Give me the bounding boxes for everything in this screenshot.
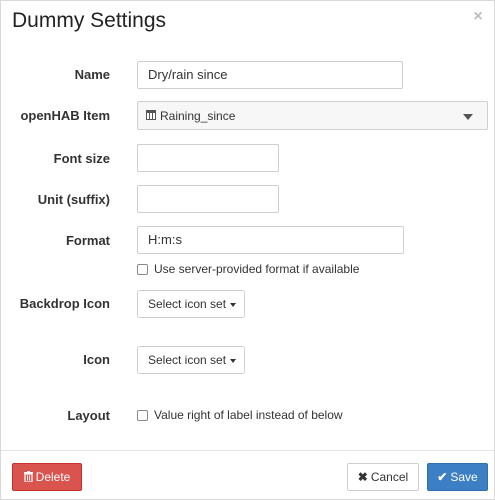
delete-button[interactable]: Delete xyxy=(12,463,82,491)
chevron-down-icon xyxy=(463,114,473,120)
server-format-option[interactable]: Use server-provided format if available xyxy=(137,262,359,276)
name-input[interactable]: Dry/rain since xyxy=(137,61,403,89)
server-format-checkbox[interactable] xyxy=(137,263,148,275)
caret-down-icon xyxy=(230,358,237,363)
dialog-title: Dummy Settings xyxy=(12,9,167,32)
delete-label: Delete xyxy=(35,470,71,484)
footer-divider xyxy=(1,450,494,451)
row-font-size: Font size xyxy=(1,144,494,172)
item-label: openHAB Item xyxy=(20,108,110,123)
row-unit: Unit (suffix) xyxy=(1,185,494,213)
icon-set-button[interactable]: Select icon set xyxy=(137,346,245,374)
layout-checkbox[interactable] xyxy=(137,409,148,421)
trash-icon xyxy=(23,464,33,490)
backdrop-icon-label: Backdrop Icon xyxy=(19,296,110,311)
unit-label: Unit (suffix) xyxy=(37,192,110,207)
item-select[interactable]: Raining_since xyxy=(137,101,488,130)
name-label: Name xyxy=(74,67,110,82)
layout-option[interactable]: Value right of label instead of below xyxy=(137,408,343,422)
font-size-label: Font size xyxy=(53,151,110,166)
row-layout: Layout Value right of label instead of b… xyxy=(1,407,494,425)
save-label: Save xyxy=(450,470,478,484)
format-label: Format xyxy=(65,233,110,248)
row-format: Format H:m:s Use server-provided format … xyxy=(1,226,494,278)
font-size-input[interactable] xyxy=(137,144,279,172)
cancel-label: Cancel xyxy=(370,470,409,484)
server-format-label: Use server-provided format if available xyxy=(154,262,360,276)
save-button[interactable]: ✔ Save xyxy=(427,463,488,491)
x-icon: ✖ xyxy=(357,470,368,484)
row-icon: Icon Select icon set xyxy=(1,346,494,374)
layout-label: Layout xyxy=(67,408,110,423)
format-input[interactable]: H:m:s xyxy=(137,226,404,254)
item-select-value: Raining_since xyxy=(160,109,236,123)
row-backdrop-icon: Backdrop Icon Select icon set xyxy=(1,290,494,318)
row-item: openHAB Item Raining_since xyxy=(1,101,494,130)
dialog-header: Dummy Settings × xyxy=(1,1,494,45)
backdrop-icon-set-button[interactable]: Select icon set xyxy=(137,290,245,318)
settings-dialog: Dummy Settings × Name Dry/rain since ope… xyxy=(0,0,495,500)
cancel-button[interactable]: ✖ Cancel xyxy=(347,463,419,491)
close-icon[interactable]: × xyxy=(470,9,486,25)
layout-checkbox-label: Value right of label instead of below xyxy=(154,408,343,422)
icon-set-label: Select icon set xyxy=(148,353,227,367)
caret-down-icon xyxy=(230,302,237,307)
row-name: Name Dry/rain since xyxy=(1,61,494,89)
unit-input[interactable] xyxy=(137,185,279,213)
backdrop-icon-set-label: Select icon set xyxy=(148,297,227,311)
calendar-icon xyxy=(146,110,156,120)
checkmark-icon: ✔ xyxy=(437,470,448,484)
icon-label: Icon xyxy=(83,352,110,367)
